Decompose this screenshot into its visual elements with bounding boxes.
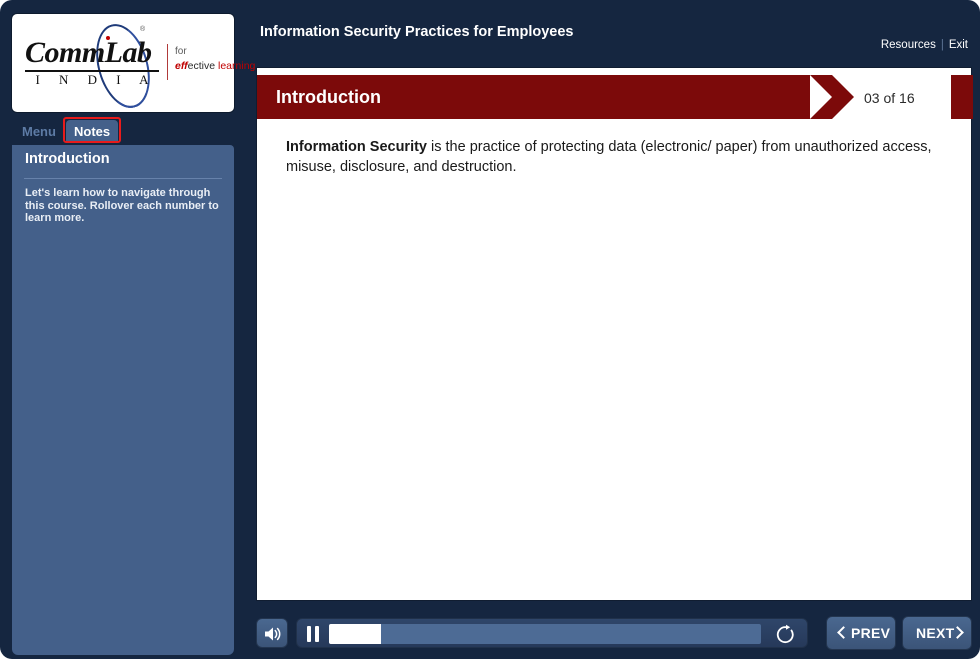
- playback-bar: [296, 618, 808, 648]
- pause-button[interactable]: [305, 626, 321, 642]
- commlab-india-logo: ® CommLab I N D I A for effective learni…: [12, 14, 255, 115]
- logo-tagline-eff: eff: [175, 60, 188, 72]
- notes-divider: [24, 178, 222, 179]
- logo-vertical-divider: [167, 44, 168, 80]
- notes-title: Introduction: [25, 151, 110, 167]
- logo-registered-mark: ®: [140, 26, 146, 33]
- slide-body-emphasis: Information Security: [286, 139, 427, 155]
- pause-icon-bar-left: [307, 626, 311, 642]
- main-area: Information Security Practices for Emplo…: [243, 3, 977, 656]
- notes-body-text: Let's learn how to navigate through this…: [25, 187, 219, 224]
- tab-notes[interactable]: Notes: [66, 120, 119, 143]
- logo-country: I N D I A: [35, 72, 157, 87]
- progress-bar[interactable]: [329, 624, 761, 644]
- slide-stage: Introduction 03 of 16 Information Securi…: [256, 67, 973, 601]
- next-button-label: NEXT: [916, 625, 955, 641]
- slide-banner-label: Introduction: [276, 87, 381, 107]
- prev-button-label: PREV: [851, 625, 891, 641]
- replay-button[interactable]: [775, 624, 797, 645]
- player-frame-inner: ® CommLab I N D I A for effective learni…: [3, 3, 977, 656]
- chevron-left-icon: [837, 626, 850, 639]
- logo-tagline-for: for: [175, 46, 187, 57]
- notes-panel: Introduction Let's learn how to navigate…: [12, 145, 234, 655]
- pause-icon-bar-right: [315, 626, 319, 642]
- resources-link[interactable]: Resources: [881, 39, 936, 51]
- slide-body-text: Information Security is the practice of …: [286, 138, 941, 177]
- course-player-window: ® CommLab I N D I A for effective learni…: [0, 0, 980, 659]
- slide-counter: 03 of 16: [864, 90, 915, 106]
- sidebar: ® CommLab I N D I A for effective learni…: [3, 3, 255, 656]
- logo-wordmark: CommLab: [25, 36, 152, 69]
- page-title: Information Security Practices for Emplo…: [260, 24, 574, 40]
- header-links: Resources | Exit: [881, 39, 968, 51]
- tab-menu[interactable]: Menu: [14, 120, 64, 143]
- exit-link[interactable]: Exit: [949, 39, 968, 51]
- logo-wordmark-wrap: CommLab: [25, 38, 160, 68]
- volume-button[interactable]: [256, 618, 288, 648]
- speaker-icon: [265, 627, 281, 641]
- slide-banner-notch: [810, 75, 832, 119]
- prev-button[interactable]: PREV: [826, 616, 896, 650]
- header-link-separator: |: [940, 39, 944, 51]
- sidebar-tabs: Menu Notes: [12, 117, 234, 145]
- slide-banner-point: [832, 75, 854, 119]
- player-controls: PREV NEXT: [256, 614, 972, 652]
- logo-tagline-ective: ective: [187, 60, 216, 72]
- progress-bar-fill: [329, 624, 381, 644]
- logo-artwork: ® CommLab I N D I A for effective learni…: [12, 14, 255, 115]
- next-button[interactable]: NEXT: [902, 616, 972, 650]
- slide-banner-tail: [951, 75, 973, 119]
